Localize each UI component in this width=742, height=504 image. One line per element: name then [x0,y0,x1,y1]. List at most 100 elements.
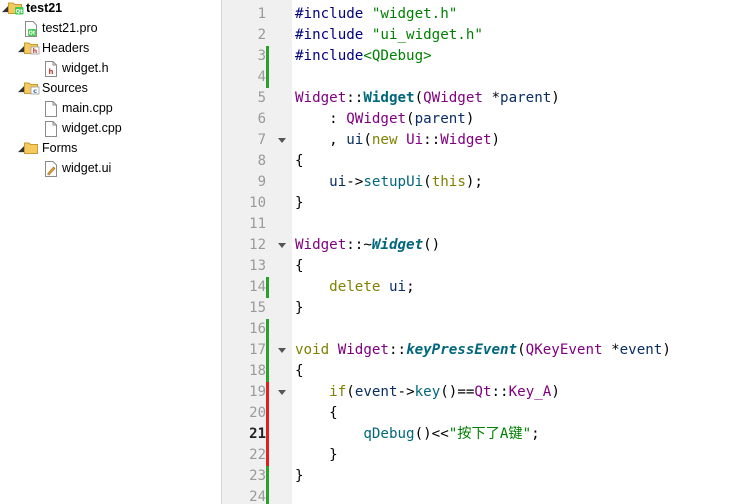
code-token: event [619,342,663,358]
line-number: 6 [257,111,266,127]
code-token: -> [397,384,415,400]
tree-item-pro[interactable]: Qt test21.pro [0,18,220,38]
modified-line-marker [266,445,269,466]
code-token: ; [406,279,415,295]
tree-item-label: main.cpp [62,101,113,115]
code-token: <QDebug> [363,48,432,64]
tree-item-headers[interactable]: ◢ h Headers [0,38,220,58]
modified-line-marker [266,424,269,445]
code-token: , [295,132,347,148]
tree-item-sources[interactable]: ◢ c Sources [0,78,220,98]
code-token: -> [346,174,364,190]
code-token: QKeyEvent [525,342,603,358]
tree-item-label: test21 [26,1,63,15]
code-line[interactable]: { [295,403,338,424]
code-line[interactable]: : QWidget(parent) [295,109,474,130]
added-line-marker [266,340,269,361]
line-number: 17 [249,342,266,358]
code-token: ) [662,342,671,358]
code-line[interactable]: } [295,193,304,214]
code-token: "widget.h" [371,6,458,22]
svg-text:Qt: Qt [16,9,24,15]
code-editor[interactable]: 1 2 3 4 5 6 7 8 9 10 11 12 13 14 15 16 17 18 19 20 21 22 23 24 … [222,0,742,504]
code-line[interactable]: } [295,298,304,319]
code-token: ; [531,426,540,442]
fold-arrow-icon[interactable] [278,390,286,395]
code-line[interactable]: ui->setupUi(this); [295,172,483,193]
tree-item-forms[interactable]: ◢ Forms [0,138,220,158]
code-line[interactable]: void Widget::keyPressEvent(QKeyEvent *ev… [295,340,671,361]
project-tree[interactable]: ◢ Qt test21 Qt test21.pro ◢ h Headers h w… [0,0,222,504]
code-token: { [295,153,304,169]
tree-item-label: test21.pro [42,21,98,35]
line-number: 23 [249,468,266,484]
code-token: #include [295,27,372,43]
added-line-marker [266,361,269,382]
added-line-marker [266,67,269,88]
code-line[interactable]: } [295,445,338,466]
code-token: if [329,384,347,400]
modified-line-marker [266,382,269,403]
line-number: 9 [257,174,266,190]
line-number: 16 [249,321,266,337]
code-token: Widget [337,342,389,358]
line-number: 2 [257,27,266,43]
line-number: 12 [249,237,266,253]
code-line[interactable]: if(event->key()==Qt::Key_A) [295,382,560,403]
code-line[interactable]: #include<QDebug> [295,46,432,67]
code-line[interactable]: { [295,151,304,172]
line-number: 19 [249,384,266,400]
tree-item-widget_cpp[interactable]: widget.cpp [0,118,220,138]
svg-text:c: c [33,87,37,95]
code-token: () [423,237,441,253]
code-line[interactable]: Widget::~Widget() [295,235,440,256]
code-token: { [295,405,338,421]
code-line[interactable]: { [295,361,304,382]
code-token: { [295,258,304,274]
fold-arrow-icon[interactable] [278,243,286,248]
added-line-marker [266,466,269,487]
svg-text:Qt: Qt [29,31,36,37]
code-token: parent [414,111,466,127]
code-token: } [295,468,304,484]
code-line[interactable]: } [295,466,304,487]
fold-arrow-icon[interactable] [278,348,286,353]
code-line[interactable]: , ui(new Ui::Widget) [295,130,500,151]
line-number: 22 [249,447,266,463]
code-token: :: [491,384,509,400]
code-token: ( [363,132,372,148]
tree-item-widget_h[interactable]: h widget.h [0,58,220,78]
line-number-gutter: 1 2 3 4 5 6 7 8 9 10 11 12 13 14 15 16 17 18 19 20 21 22 23 24 [222,0,292,504]
fold-arrow-icon[interactable] [278,138,286,143]
line-number: 8 [257,153,266,169]
tree-item-root[interactable]: ◢ Qt test21 [0,0,220,18]
line-number: 24 [249,489,266,504]
code-token: this [431,174,466,190]
code-token: ( [346,384,355,400]
code-token: ) [551,384,560,400]
code-token: event [354,384,398,400]
code-token: * [482,90,501,106]
code-line[interactable]: { [295,256,304,277]
line-number: 15 [249,300,266,316]
code-line[interactable]: qDebug()<<"按下了A键"; [295,424,540,445]
code-token: Key_A [508,384,552,400]
line-number: 4 [257,69,266,85]
tree-item-main_cpp[interactable]: main.cpp [0,98,220,118]
code-line[interactable]: #include "ui_widget.h" [295,25,483,46]
code-token: ui [388,279,407,295]
code-line[interactable]: Widget::Widget(QWidget *parent) [295,88,560,109]
code-token: "ui_widget.h" [371,27,483,43]
code-line[interactable]: #include "widget.h" [295,4,457,25]
code-token: ( [423,174,432,190]
code-token: :: [346,90,364,106]
code-token: : [295,111,347,127]
code-line[interactable]: delete ui; [295,277,415,298]
code-token: Widget [295,237,347,253]
tree-item-widget_ui[interactable]: widget.ui [0,158,220,178]
line-number: 20 [249,405,266,421]
code-token: } [295,195,304,211]
line-number: 21 [249,426,266,442]
